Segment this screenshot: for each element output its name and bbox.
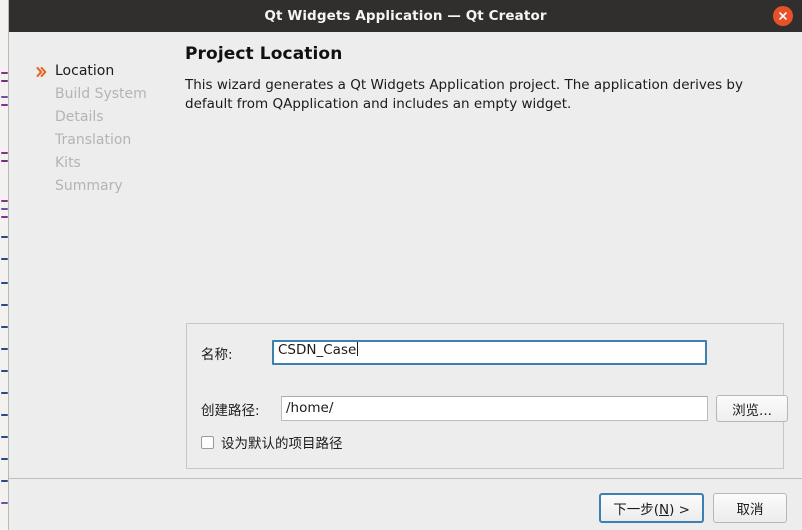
project-path-row: 创建路径: /home/ 浏览... — [201, 395, 788, 422]
dialog-button-bar: 下一步(N) > 取消 — [599, 493, 787, 523]
sidebar-item-label: Translation — [55, 132, 132, 148]
qt-creator-wizard-dialog: Qt Widgets Application — Qt Creator Loca… — [0, 0, 802, 530]
sidebar-item-location[interactable]: Location — [33, 60, 173, 83]
wizard-content: Project Location This wizard generates a… — [185, 44, 785, 114]
project-name-value: CSDN_Case — [278, 342, 357, 358]
browse-button[interactable]: 浏览... — [716, 395, 788, 422]
project-name-input[interactable]: CSDN_Case — [272, 340, 707, 365]
next-button-suffix: ) > — [669, 502, 690, 518]
sidebar-item-label: Details — [55, 109, 104, 125]
next-button-prefix: 下一步( — [613, 502, 660, 518]
footer-separator — [9, 478, 802, 479]
project-name-row: 名称: CSDN_Case — [201, 340, 707, 365]
close-button[interactable] — [773, 6, 793, 26]
page-description: This wizard generates a Qt Widgets Appli… — [185, 77, 743, 113]
project-location-group: 名称: CSDN_Case 创建路径: /home/ 浏览... 设为默认的项目… — [186, 323, 788, 469]
window-title: Qt Widgets Application — Qt Creator — [264, 8, 547, 24]
default-path-checkbox[interactable] — [201, 435, 214, 449]
project-path-input[interactable]: /home/ — [281, 396, 708, 421]
next-button[interactable]: 下一步(N) > — [599, 493, 704, 523]
sidebar-item-label: Kits — [55, 155, 81, 171]
sidebar-item-summary[interactable]: Summary — [33, 175, 173, 198]
next-button-mnemonic: N — [659, 502, 670, 518]
sidebar-item-label: Summary — [55, 178, 123, 194]
project-name-label: 名称: — [201, 346, 233, 363]
sidebar-item-label: Location — [55, 63, 115, 79]
background-editor-sliver — [0, 0, 9, 530]
sidebar-item-label: Build System — [55, 86, 147, 102]
cancel-button[interactable]: 取消 — [713, 493, 787, 523]
project-path-label: 创建路径: — [201, 402, 260, 419]
sidebar-item-translation[interactable]: Translation — [33, 129, 173, 152]
page-title: Project Location — [185, 44, 343, 64]
text-caret — [357, 342, 359, 356]
chevron-double-right-icon — [35, 65, 49, 79]
wizard-step-list: Location Build System Details Translatio… — [33, 60, 173, 198]
dialog-body: Location Build System Details Translatio… — [9, 32, 802, 530]
sidebar-item-build-system[interactable]: Build System — [33, 83, 173, 106]
sidebar-item-details[interactable]: Details — [33, 106, 173, 129]
window-titlebar: Qt Widgets Application — Qt Creator — [9, 0, 802, 32]
default-path-checkbox-row[interactable]: 设为默认的项目路径 — [201, 432, 343, 452]
default-path-checkbox-label[interactable]: 设为默认的项目路径 — [221, 432, 343, 452]
project-path-value: /home/ — [286, 400, 334, 416]
close-icon — [779, 12, 787, 20]
sidebar-item-kits[interactable]: Kits — [33, 152, 173, 175]
